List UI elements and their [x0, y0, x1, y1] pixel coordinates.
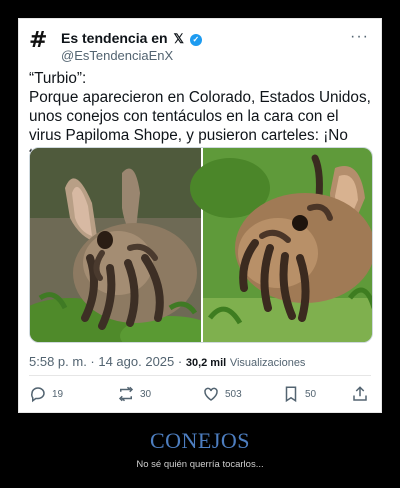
reply-icon: [31, 387, 45, 403]
bookmark-count: 50: [305, 388, 317, 400]
bookmark-icon: [285, 386, 297, 403]
like-button[interactable]: 503: [202, 382, 242, 406]
hashtag-avatar-icon[interactable]: #: [29, 30, 51, 52]
repost-icon: [118, 386, 134, 402]
tweet-actions: 19 30 503 50: [29, 382, 371, 406]
timestamp[interactable]: 5:58 p. m. · 14 ago. 2025 ·: [29, 354, 186, 369]
tweet-media[interactable]: [29, 147, 373, 343]
account-name-text: Es tendencia en: [61, 30, 168, 46]
tweet-header: # Es tendencia en 𝕏 ✓ @EsTendenciaEnX ··…: [29, 28, 371, 68]
bookmark-button[interactable]: 50: [282, 382, 316, 406]
tweet-text-line1: “Turbio”:: [29, 70, 87, 87]
more-options-icon[interactable]: ···: [350, 28, 369, 46]
views-count: 30,2 mil: [185, 357, 227, 369]
post-title[interactable]: CONEJOS: [0, 428, 400, 454]
like-count: 503: [225, 388, 242, 400]
divider: [29, 375, 371, 376]
account-handle[interactable]: @EsTendenciaEnX: [61, 48, 173, 63]
photo-left[interactable]: [30, 148, 220, 343]
tweet-card: # Es tendencia en 𝕏 ✓ @EsTendenciaEnX ··…: [18, 18, 382, 413]
views-label: Visualizaciones: [229, 357, 306, 369]
account-name[interactable]: Es tendencia en 𝕏 ✓: [61, 30, 202, 47]
post-subtitle: No sé quién querría tocarlos...: [136, 459, 264, 470]
heart-icon: [204, 387, 218, 401]
reply-button[interactable]: 19: [29, 382, 63, 406]
verified-badge-icon: ✓: [189, 34, 202, 46]
share-icon: [353, 386, 367, 401]
repost-count: 30: [140, 388, 152, 400]
x-logo-icon: 𝕏: [173, 31, 184, 46]
tweet-meta: 5:58 p. m. · 14 ago. 2025 · 30,2 mil Vis…: [29, 354, 305, 369]
rabbit-photos: [30, 148, 373, 343]
repost-button[interactable]: 30: [117, 382, 151, 406]
share-button[interactable]: [351, 382, 374, 406]
reply-count: 19: [52, 388, 64, 400]
photo-right[interactable]: [190, 148, 373, 343]
